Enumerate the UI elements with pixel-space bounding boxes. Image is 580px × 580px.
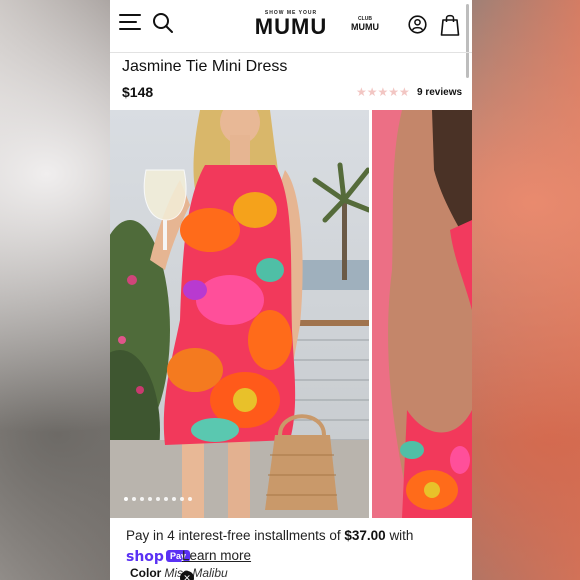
gallery-dot[interactable] [172,497,176,501]
color-value: Miss Malibu [164,566,228,580]
gallery-dot[interactable] [124,497,128,501]
scrollbar[interactable] [466,4,469,78]
shop-pay-word: shop [126,549,164,565]
product-image-front[interactable] [110,110,369,518]
logo-name: MUMU [254,14,328,39]
search-icon[interactable] [152,12,174,34]
header-divider [110,52,472,53]
club-label-bottom: MUMU [351,22,379,32]
gallery-dot[interactable] [132,497,136,501]
menu-icon[interactable] [119,14,143,32]
color-selector[interactable]: Color Miss Malibu [130,566,228,580]
rating-stars[interactable]: ★★★★★ [356,85,410,99]
gallery-dot[interactable] [156,497,160,501]
club-mumu-link[interactable]: CLUB MUMU [350,16,380,32]
learn-more-link[interactable]: Learn more [182,548,251,563]
mobile-product-page: SHOW ME YOUR MUMU CLUB MUMU Jasmine Tie … [110,0,472,580]
product-image-gallery[interactable] [110,110,472,518]
gallery-dot[interactable] [188,497,192,501]
reviews-link[interactable]: 9 reviews [417,87,462,98]
installments-prefix: Pay in 4 interest-free installments of [126,528,341,543]
installments-suffix: with [389,528,414,543]
shopping-bag-icon[interactable] [440,13,460,37]
gallery-dot[interactable] [140,497,144,501]
installments-text: Pay in 4 interest-free installments of $… [126,528,413,543]
gallery-dot[interactable] [180,497,184,501]
account-icon[interactable] [408,15,427,34]
product-image-back[interactable] [372,110,472,518]
installment-amount: $37.00 [344,528,386,543]
gallery-dot[interactable] [148,497,152,501]
top-nav-bar: SHOW ME YOUR MUMU CLUB MUMU [110,0,472,78]
gallery-dot[interactable] [164,497,168,501]
product-title: Jasmine Tie Mini Dress [122,58,288,75]
color-label: Color [130,566,162,580]
brand-logo[interactable]: SHOW ME YOUR MUMU [248,10,334,38]
close-icon[interactable]: ✕ [180,571,194,580]
product-price: $148 [122,84,154,100]
shop-pay-logo: shop Pay [126,548,190,566]
